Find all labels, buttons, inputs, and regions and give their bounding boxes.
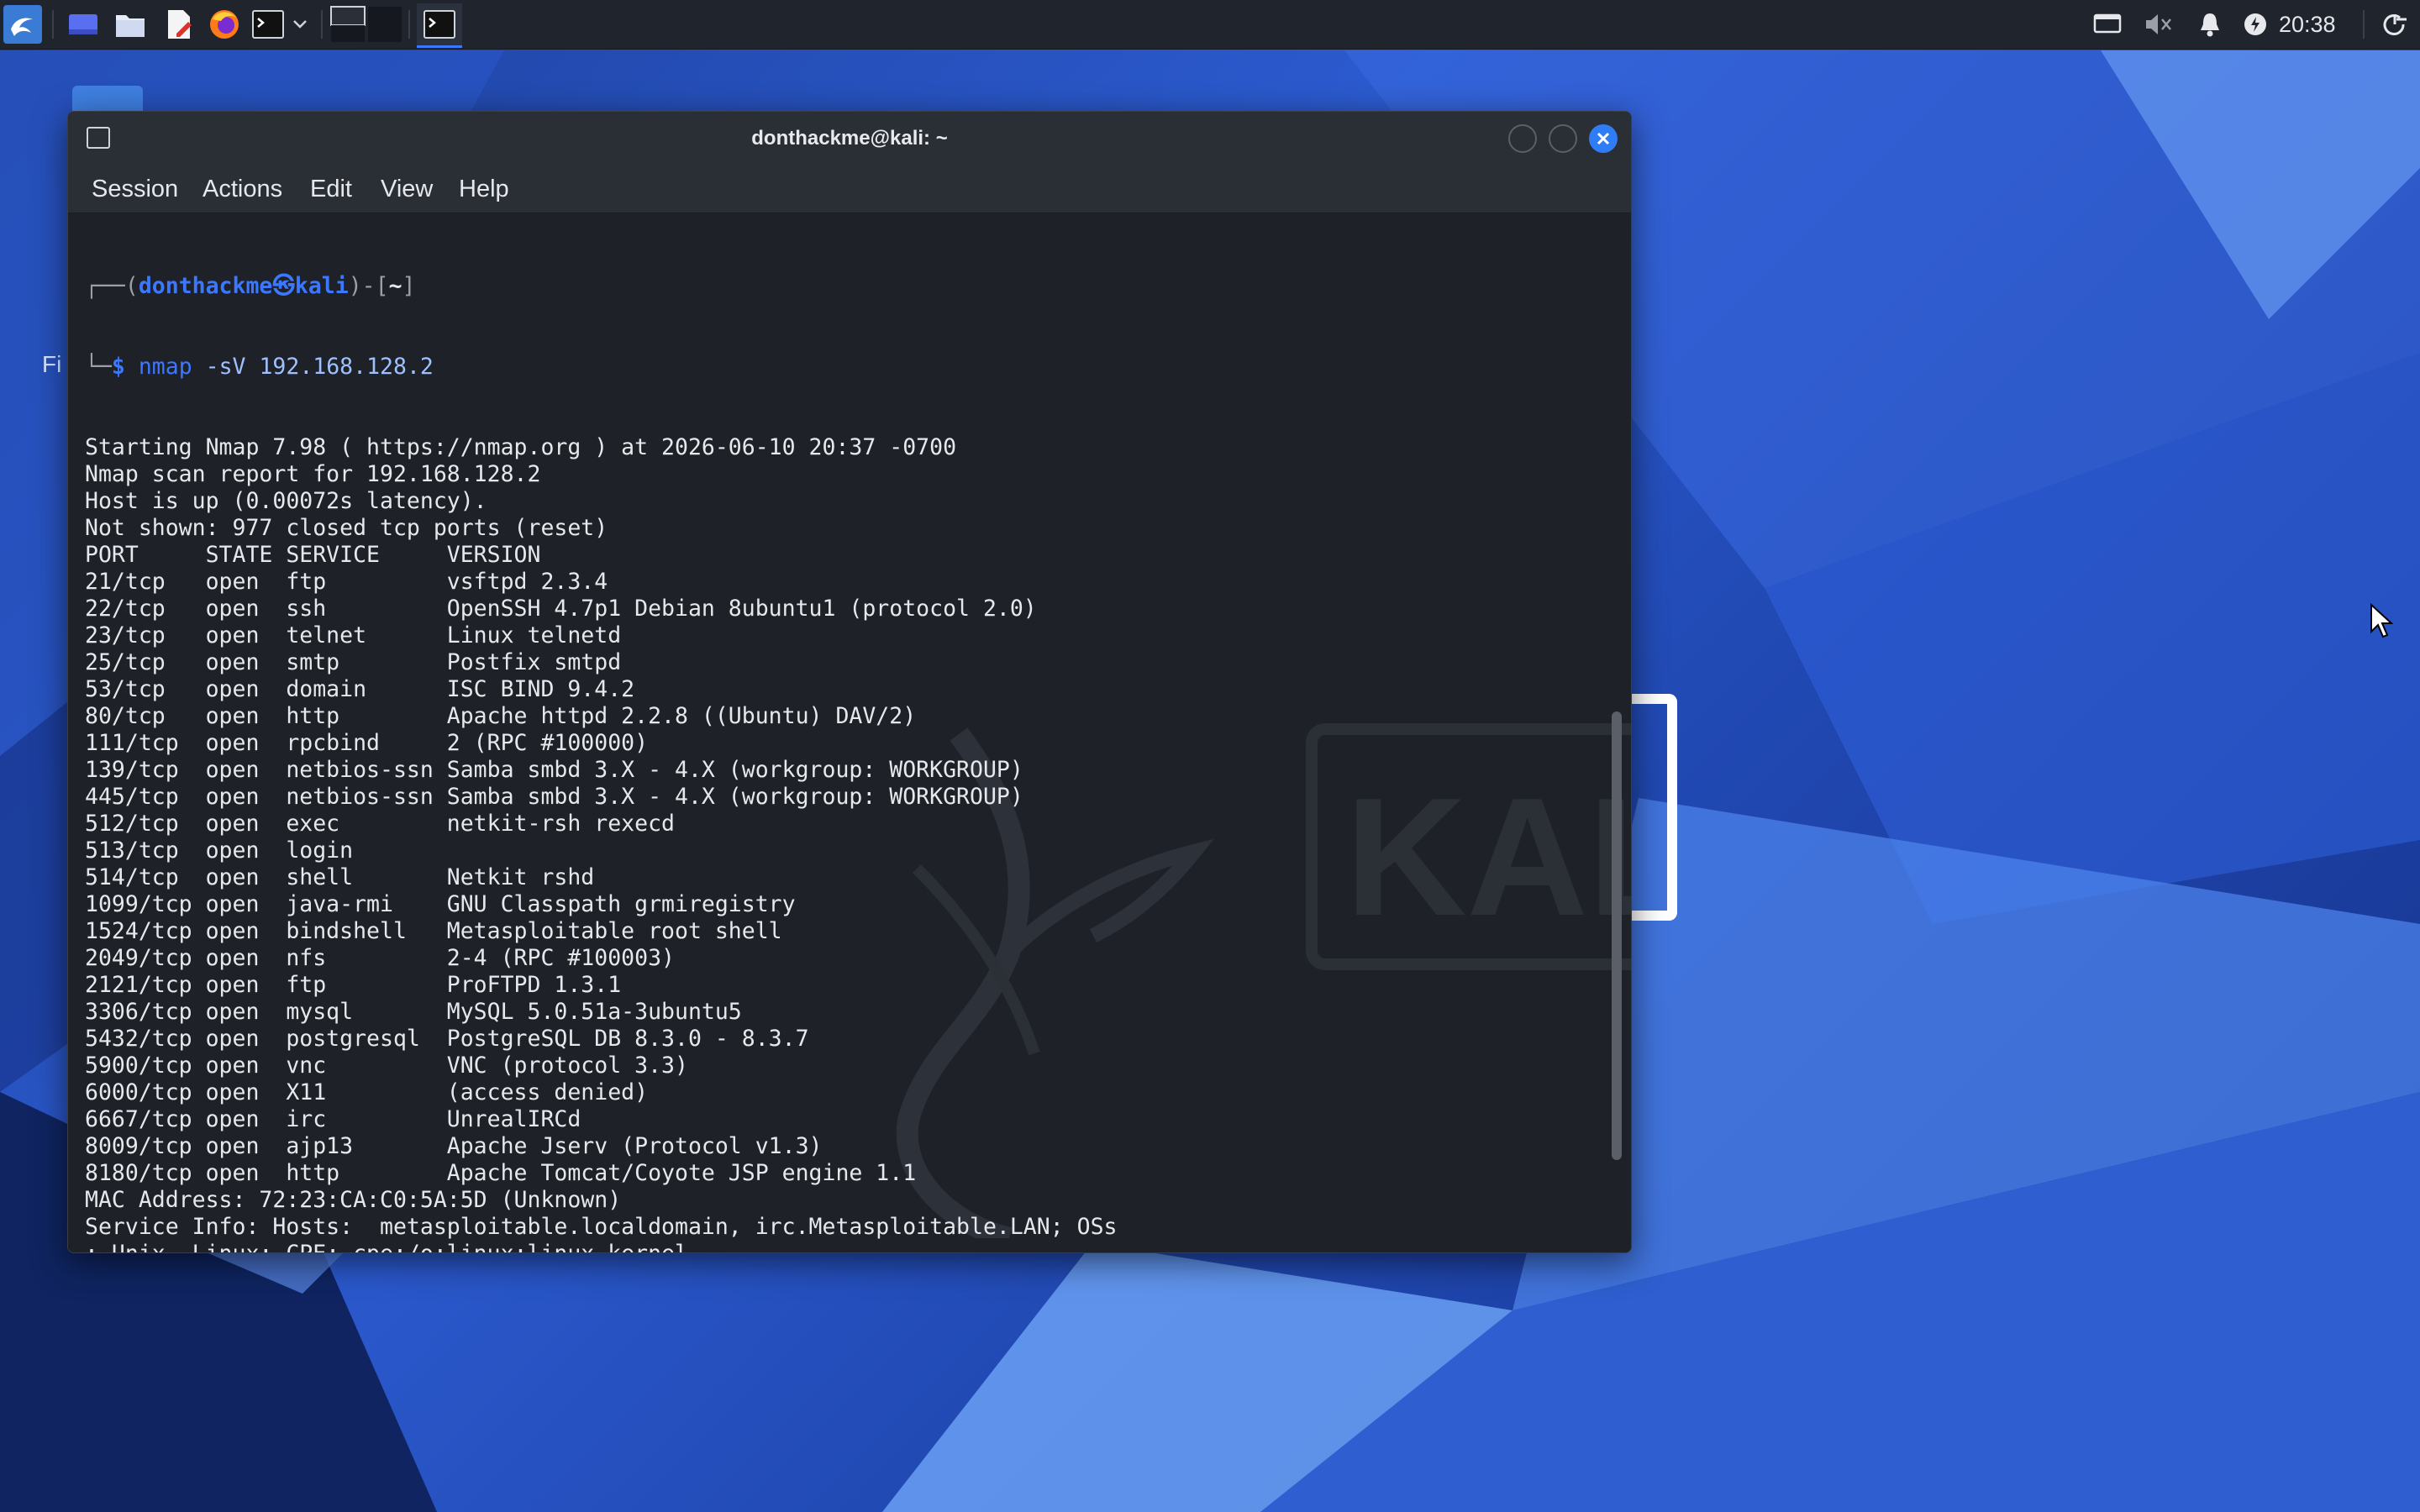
firefox-icon[interactable] <box>205 5 244 44</box>
panel-separator <box>2363 10 2365 39</box>
output-line: 5432/tcp open postgresql PostgreSQL DB 8… <box>85 1026 809 1052</box>
close-button[interactable] <box>1589 124 1618 153</box>
output-line: 6000/tcp open X11 (access denied) <box>85 1079 649 1105</box>
terminal-output[interactable]: ┌──(donthackme㉿kali)-[~] └─$ nmap -sV 19… <box>85 219 1118 1252</box>
prompt-dir: ~ <box>388 273 402 299</box>
logout-icon[interactable] <box>2376 8 2413 40</box>
output-line: 53/tcp open domain ISC BIND 9.4.2 <box>85 676 635 702</box>
output-line: 1099/tcp open java-rmi GNU Classpath grm… <box>85 891 796 917</box>
output-line: 445/tcp open netbios-ssn Samba smbd 3.X … <box>85 784 1023 810</box>
prompt-line-2: └─$ nmap -sV 192.168.128.2 <box>85 354 434 380</box>
minimize-button[interactable] <box>1508 124 1537 153</box>
output-line: Not shown: 977 closed tcp ports (reset) <box>85 515 608 541</box>
output-line: 111/tcp open rpcbind 2 (RPC #100000) <box>85 730 649 756</box>
output-line: 80/tcp open http Apache httpd 2.2.8 ((Ub… <box>85 703 917 729</box>
output-line: 8180/tcp open http Apache Tomcat/Coyote … <box>85 1160 917 1186</box>
output-line: Starting Nmap 7.98 ( https://nmap.org ) … <box>85 434 957 460</box>
clock[interactable]: 20:38 <box>2279 10 2336 39</box>
output-line: 5900/tcp open vnc VNC (protocol 3.3) <box>85 1053 688 1079</box>
panel-separator <box>52 10 54 39</box>
output-line: 139/tcp open netbios-ssn Samba smbd 3.X … <box>85 757 1023 783</box>
maximize-button[interactable] <box>1549 124 1577 153</box>
output-line: Host is up (0.00072s latency). <box>85 488 487 514</box>
panel-separator <box>321 10 323 39</box>
file-manager-icon[interactable] <box>111 5 150 44</box>
output-line: 513/tcp open login <box>85 837 354 864</box>
output-line: 2049/tcp open nfs 2-4 (RPC #100003) <box>85 945 675 971</box>
prompt-user: donthackme <box>138 273 273 299</box>
show-desktop-icon[interactable] <box>64 5 103 44</box>
scrollbar[interactable] <box>1612 711 1622 1160</box>
output-line: Nmap scan report for 192.168.128.2 <box>85 461 541 487</box>
kali-watermark-text: KALI <box>1345 764 1632 951</box>
menu-help[interactable]: Help <box>459 165 509 213</box>
output-line: 25/tcp open smtp Postfix smtpd <box>85 649 622 675</box>
output-line: MAC Address: 72:23:CA:C0:5A:5D (Unknown) <box>85 1187 622 1213</box>
power-status-icon[interactable] <box>2238 8 2272 40</box>
terminal-launcher-icon[interactable] <box>249 5 287 44</box>
output-line: 6667/tcp open irc UnrealIRCd <box>85 1106 581 1132</box>
chevron-down-icon[interactable] <box>286 5 314 44</box>
desktop-icon-label[interactable]: Fi <box>42 351 61 378</box>
window-titlebar[interactable]: donthackme@kali: ~ <box>68 112 1631 165</box>
prompt-line-1: ┌──(donthackme㉿kali)-[~] <box>85 273 416 299</box>
output-line: : Unix, Linux; CPE: cpe:/o:linux:linux_k… <box>85 1241 1118 1252</box>
display-icon[interactable] <box>2091 8 2124 40</box>
output-line: 1524/tcp open bindshell Metasploitable r… <box>85 918 782 944</box>
output-line: 514/tcp open shell Netkit rshd <box>85 864 595 890</box>
panel-separator <box>408 10 410 39</box>
command-args: -sV 192.168.128.2 <box>205 354 434 380</box>
menu-edit[interactable]: Edit <box>310 165 352 213</box>
nmap-output: Starting Nmap 7.98 ( https://nmap.org ) … <box>85 434 1118 1252</box>
output-line: Service Info: Hosts: metasploitable.loca… <box>85 1214 1118 1240</box>
text-editor-icon[interactable] <box>160 5 198 44</box>
output-line: PORT STATE SERVICE VERSION <box>85 542 541 568</box>
menu-bar: Session Actions Edit View Help <box>68 165 1631 213</box>
output-line: 2121/tcp open ftp ProFTPD 1.3.1 <box>85 972 622 998</box>
menu-view[interactable]: View <box>381 165 433 213</box>
command-bin: nmap <box>138 354 192 380</box>
kali-menu-icon[interactable] <box>3 5 42 44</box>
output-line: 3306/tcp open mysql MySQL 5.0.51a-3ubunt… <box>85 999 742 1025</box>
volume-muted-icon[interactable] <box>2141 8 2176 40</box>
window-title: donthackme@kali: ~ <box>751 127 948 150</box>
workspace-switcher[interactable] <box>329 5 405 44</box>
output-line: 512/tcp open exec netkit-rsh rexecd <box>85 811 675 837</box>
close-icon <box>1597 132 1610 145</box>
taskbar-terminal-window-icon[interactable] <box>417 3 462 48</box>
terminal-window[interactable]: donthackme@kali: ~ Session Actions Edit … <box>67 111 1632 1253</box>
menu-session[interactable]: Session <box>92 165 178 213</box>
output-line: 22/tcp open ssh OpenSSH 4.7p1 Debian 8ub… <box>85 596 1037 622</box>
top-panel: 20:38 <box>0 0 2420 50</box>
mouse-cursor-icon <box>2370 603 2394 638</box>
menu-actions[interactable]: Actions <box>203 165 282 213</box>
desktop: Fi 20:38 donthackme@kali: ~ Session Acti… <box>0 0 2420 1512</box>
output-line: 21/tcp open ftp vsftpd 2.3.4 <box>85 569 608 595</box>
output-line: 8009/tcp open ajp13 Apache Jserv (Protoc… <box>85 1133 823 1159</box>
prompt-sep: ㉿ <box>272 273 295 299</box>
output-line: 23/tcp open telnet Linux telnetd <box>85 622 622 648</box>
prompt-host: kali <box>294 273 349 299</box>
notification-bell-icon[interactable] <box>2193 8 2227 40</box>
